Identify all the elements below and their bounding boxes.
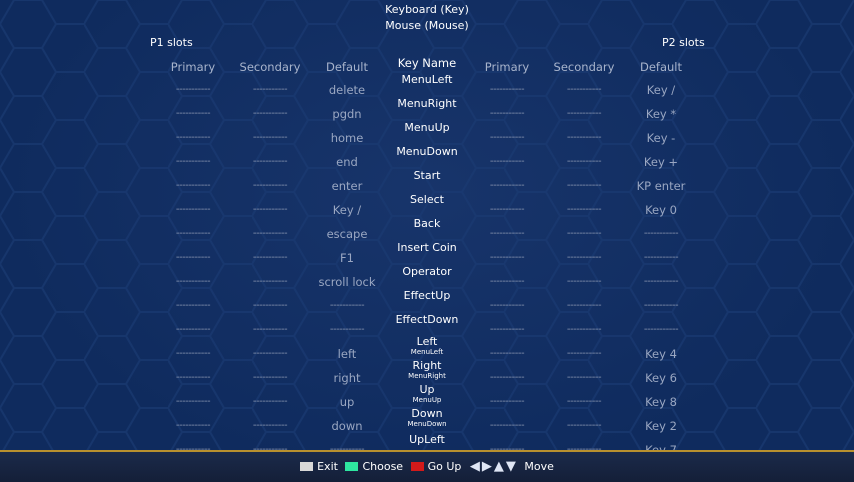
key-name-cell: Operator [372, 265, 482, 279]
key-name-cell: MenuDown [372, 145, 482, 159]
key-name-label: MenuRight [397, 97, 457, 110]
arrow-up-icon: ▲ [493, 459, 504, 474]
p2-default-cell[interactable]: Key 6 [616, 366, 706, 390]
key-name-sublabel: MenuDown [407, 420, 447, 428]
p2-default-cell[interactable]: ----------- [616, 222, 706, 246]
p2-default-cell[interactable]: KP enter [616, 174, 706, 198]
key-name-label: Select [410, 193, 444, 206]
footer-bar: Exit Choose Go Up ◀ ▶ ▲ ▼ Move [0, 450, 854, 482]
key-name-label: MenuUp [404, 121, 450, 134]
key-name-cell: EffectDown [372, 313, 482, 327]
p2-default-cell[interactable]: Key 2 [616, 414, 706, 438]
exit-key-swatch [300, 462, 314, 471]
key-name-label: Insert Coin [397, 241, 457, 254]
choose-key-swatch [345, 462, 359, 471]
key-name-cell: EffectUp [372, 289, 482, 303]
key-name-sublabel: MenuUp [412, 396, 442, 404]
p2-default-cell[interactable]: Key 0 [616, 198, 706, 222]
key-name-cell: MenuRight [372, 97, 482, 111]
choose-hint[interactable]: Choose [345, 460, 403, 473]
key-name-label: UpLeft [409, 433, 445, 446]
arrow-right-icon: ▶ [481, 459, 492, 474]
key-name-cell: MenuLeft [372, 73, 482, 87]
key-name-label: Left [416, 335, 438, 348]
key-name-cell: MenuUp [372, 121, 482, 135]
move-hint[interactable]: ◀ ▶ ▲ ▼ Move [469, 459, 554, 474]
p2-default-cell[interactable]: Key * [616, 102, 706, 126]
p2-default-cell[interactable]: Key 4 [616, 342, 706, 366]
key-name-cell: Insert Coin [372, 241, 482, 255]
key-name-label: EffectUp [403, 289, 451, 302]
key-name-cell: Left MenuLeft [372, 335, 482, 356]
p2-default-cell[interactable]: ----------- [616, 270, 706, 294]
choose-label: Choose [362, 460, 404, 473]
p2-default-cell[interactable]: ----------- [616, 294, 706, 318]
exit-label: Exit [317, 460, 338, 473]
key-name-cell: Right MenuRight [372, 359, 482, 380]
input-device-title: Keyboard (Key) [385, 3, 469, 16]
p2-default-cell[interactable]: Key - [616, 126, 706, 150]
go-up-label: Go Up [427, 460, 462, 473]
key-name-label: Back [413, 217, 441, 230]
key-name-header: Key Name [397, 56, 457, 70]
arrow-down-icon: ▼ [505, 459, 516, 474]
p2-default-cell[interactable]: Key + [616, 150, 706, 174]
p2-slots-label: P2 slots [662, 36, 705, 49]
p2-default-cell[interactable]: ----------- [616, 246, 706, 270]
key-name-label: Down [411, 407, 443, 420]
go-up-hint[interactable]: Go Up [410, 460, 462, 473]
key-name-cell: UpLeft [372, 433, 482, 447]
arrow-left-icon: ◀ [469, 459, 480, 474]
key-name-cell: Back [372, 217, 482, 231]
key-name-label: Operator [402, 265, 452, 278]
move-label: Move [524, 460, 554, 473]
p1-slots-label: P1 slots [150, 36, 193, 49]
key-name-cell: Down MenuDown [372, 407, 482, 428]
key-name-cell: Start [372, 169, 482, 183]
key-name-label: MenuDown [396, 145, 458, 158]
key-name-cell: Select [372, 193, 482, 207]
key-name-label: EffectDown [395, 313, 459, 326]
go-up-key-swatch [410, 462, 424, 471]
key-name-cell: Up MenuUp [372, 383, 482, 404]
key-name-label: MenuLeft [401, 73, 453, 86]
key-name-sublabel: MenuRight [408, 372, 446, 380]
exit-hint[interactable]: Exit [300, 460, 338, 473]
p2-default-cell[interactable]: Key / [616, 78, 706, 102]
key-name-sublabel: MenuLeft [410, 348, 444, 356]
key-name-label: Start [413, 169, 441, 182]
p1-default-header: Default [325, 60, 369, 74]
key-name-label: Right [412, 359, 442, 372]
key-name-label: Up [419, 383, 435, 396]
p2-default-header: Default [639, 60, 683, 74]
p2-default-cell[interactable]: Key 8 [616, 390, 706, 414]
p2-default-cell[interactable]: ----------- [616, 318, 706, 342]
input-device-subtitle: Mouse (Mouse) [385, 19, 469, 32]
